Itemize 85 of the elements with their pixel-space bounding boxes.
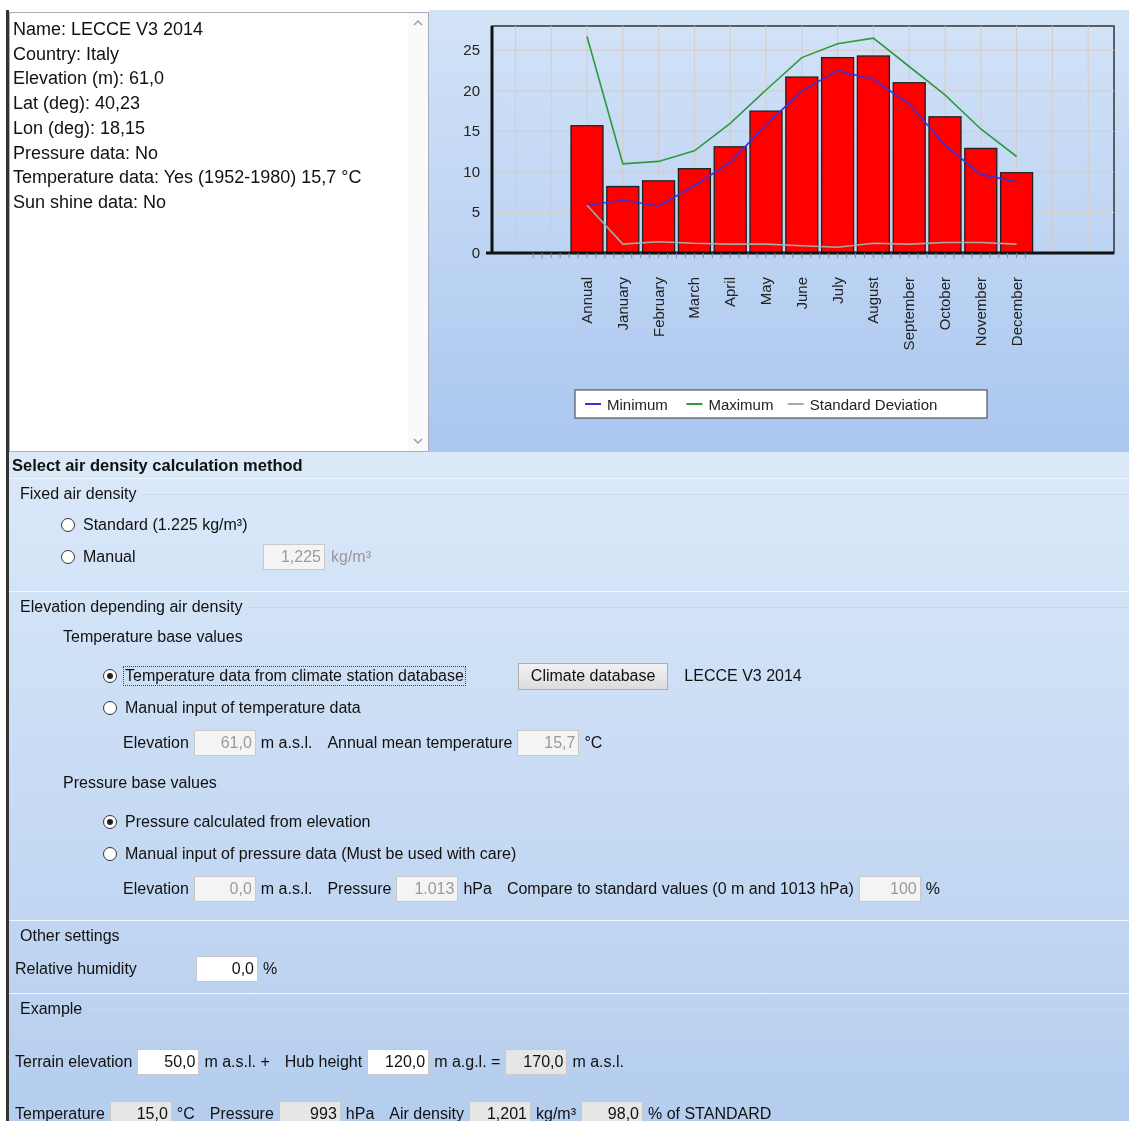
radio-label[interactable]: Standard (1.225 kg/m³) <box>81 515 250 535</box>
scrollbar[interactable] <box>408 13 428 451</box>
info-line: Temperature data: Yes (1952-1980) 15,7 °C <box>13 166 363 190</box>
x-tick-label: June <box>792 277 810 310</box>
info-line: Elevation (m): 61,0 <box>13 67 166 91</box>
section-heading: Fixed air density <box>20 485 137 503</box>
scroll-up-icon <box>413 19 423 26</box>
y-tick-label: 15 <box>463 122 480 140</box>
radio-button[interactable] <box>103 669 117 683</box>
x-tick-label: May <box>757 277 774 306</box>
scroll-down-icon <box>413 438 423 445</box>
info-line: Pressure data: No <box>13 141 160 165</box>
input-field[interactable]: 170,0 <box>505 1049 568 1075</box>
info-line: Name: LECCE V3 2014 <box>13 18 205 41</box>
input-field[interactable]: 0,0 <box>196 956 258 982</box>
input-field[interactable]: 1,201 <box>469 1101 531 1121</box>
field-label: hPa <box>345 1105 375 1121</box>
radio-button[interactable] <box>103 815 117 829</box>
radio-label[interactable]: Temperature data from climate station database <box>123 666 466 686</box>
section-heading: Other settings <box>20 927 120 945</box>
y-tick-label: 20 <box>463 81 480 99</box>
input-field[interactable]: 50,0 <box>137 1049 200 1075</box>
field-label: % <box>925 880 940 898</box>
info-line: Sun shine data: No <box>13 190 168 214</box>
radio-label[interactable]: Pressure calculated from elevation <box>123 812 373 832</box>
y-tick-label: 5 <box>471 203 480 221</box>
input-field[interactable]: 993 <box>278 1101 341 1121</box>
field-label: % of STANDARD <box>648 1105 772 1121</box>
climate-database-button[interactable]: Climate database <box>517 662 669 690</box>
field-label: Pressure <box>209 1105 274 1121</box>
bar <box>606 185 640 254</box>
legend-label: Standard Deviation <box>809 395 938 413</box>
x-tick-label: December <box>1007 277 1025 347</box>
field-label: Terrain elevation <box>15 1053 133 1071</box>
field-label: % <box>263 960 278 978</box>
radio-button[interactable] <box>103 701 117 715</box>
form-title: Select air density calculation method <box>11 455 304 476</box>
field-label: Elevation <box>123 880 189 898</box>
input-field[interactable]: 15,0 <box>109 1101 172 1121</box>
radio-button[interactable] <box>61 550 75 564</box>
info-line: Country: Italy <box>13 42 121 66</box>
legend-label: Minimum <box>607 395 668 413</box>
field-label: Relative humidity <box>15 960 138 978</box>
radio-button[interactable] <box>103 847 117 861</box>
field-label: Hub height <box>284 1053 363 1071</box>
x-tick-label: Annual <box>578 277 595 324</box>
radio-label[interactable]: Manual input of temperature data <box>123 698 363 718</box>
legend-label: Maximum <box>708 395 774 413</box>
x-tick-label: March <box>685 277 703 319</box>
y-tick-label: 0 <box>471 244 480 261</box>
radio-label[interactable]: Manual <box>81 547 257 567</box>
field-label: Compare to standard values (0 m and 1013 hPa) <box>506 880 854 898</box>
section-heading: Elevation depending air density <box>20 598 243 616</box>
radio-label[interactable]: Manual input of pressure data (Must be used with care) <box>123 844 519 864</box>
input-field[interactable]: 120,0 <box>367 1049 430 1075</box>
x-tick-label: July <box>828 277 846 304</box>
input-field[interactable]: 98,0 <box>581 1101 643 1121</box>
station-name: LECCE V3 2014 <box>684 667 802 685</box>
x-tick-label: September <box>900 277 918 351</box>
subsection-heading: Temperature base values <box>62 627 244 647</box>
field-label: hPa <box>463 880 492 898</box>
info-line: Lat (deg): 40,23 <box>13 92 142 116</box>
unit-label: kg/m³ <box>331 548 371 566</box>
x-tick-label: October <box>936 277 953 331</box>
x-tick-label: April <box>721 277 739 307</box>
section-heading: Example <box>20 1000 83 1018</box>
field-label: °C <box>584 734 603 752</box>
x-tick-label: January <box>613 277 631 331</box>
y-tick-label: 25 <box>463 41 480 59</box>
field-label: m a.s.l. <box>260 734 313 752</box>
info-line: Lon (deg): 18,15 <box>13 116 147 140</box>
subsection-heading: Pressure base values <box>62 773 218 793</box>
field-label: Pressure <box>327 880 392 898</box>
radio-button[interactable] <box>61 518 75 532</box>
field-label: m a.s.l. + <box>204 1053 270 1071</box>
field-label: °C <box>176 1105 195 1121</box>
x-tick-label: February <box>649 277 667 338</box>
x-tick-label: November <box>971 277 989 347</box>
field-label: m a.s.l. <box>572 1053 624 1071</box>
x-tick-label: August <box>864 277 882 324</box>
field-label: Elevation <box>123 734 189 752</box>
field-label: Annual mean temperature <box>327 734 513 752</box>
field-label: m a.g.l. = <box>434 1053 501 1071</box>
field-label: m a.s.l. <box>260 880 313 898</box>
y-tick-label: 10 <box>463 162 480 180</box>
